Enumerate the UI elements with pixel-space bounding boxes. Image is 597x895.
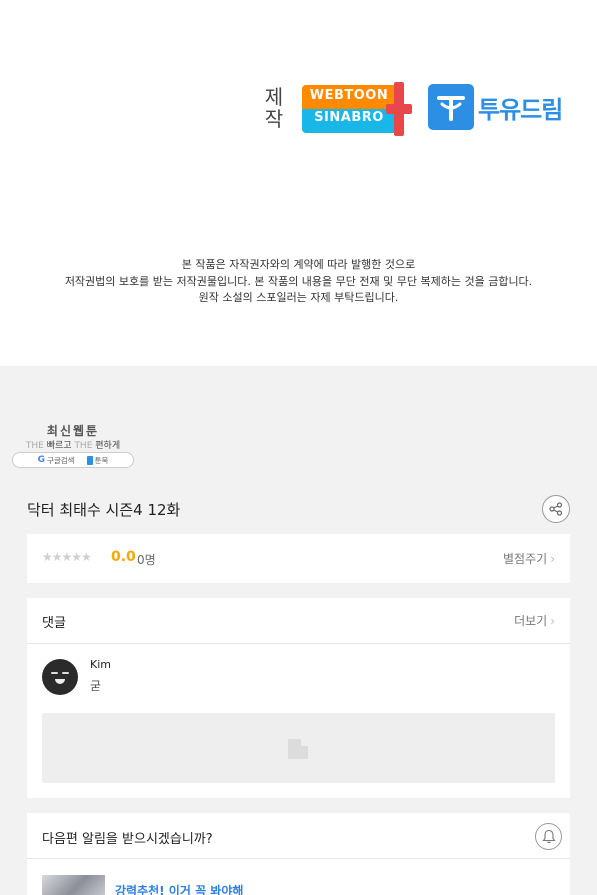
comments-more-label: 더보기 bbox=[514, 614, 548, 628]
badge-search-bar[interactable]: G 구글검색 툰북 bbox=[12, 452, 134, 468]
webtoon-sinabro-logo: WEBTOON SINABRO bbox=[302, 82, 412, 136]
logo-cross-horizontal bbox=[386, 104, 412, 114]
comments-title: 댓글 bbox=[42, 616, 66, 631]
copyright-notice: 본 작품은 자작권자와의 계약에 따라 발행한 것으로 저작권법의 보호를 받는… bbox=[0, 257, 597, 307]
episode-title: 닥터 최태수 시즌4 12화 bbox=[27, 501, 181, 519]
image-placeholder-icon bbox=[288, 739, 308, 759]
toonbook-icon bbox=[86, 455, 93, 465]
rating-score: 0.0 bbox=[111, 549, 136, 565]
google-icon: G bbox=[37, 455, 45, 465]
notice-line-2: 저작권법의 보호를 받는 저작권물입니다. 본 작품의 내용을 무단 전재 및 … bbox=[64, 274, 533, 288]
rate-button[interactable]: 별점주기 › bbox=[503, 550, 555, 567]
logo-line1: WEBTOON bbox=[309, 88, 389, 103]
recommend-title[interactable]: 강력추천! 이거 꼭 봐야해 bbox=[115, 882, 243, 895]
bell-icon bbox=[541, 829, 556, 844]
avatar-eye-left bbox=[51, 672, 58, 674]
badge-word-1: 빠르고 bbox=[46, 441, 72, 451]
avatar-eye-right bbox=[62, 672, 69, 674]
comments-header: 댓글 더보기 › bbox=[27, 598, 570, 644]
tudream-logo: 투유드림 bbox=[428, 84, 563, 130]
rating-stars[interactable]: ★★★★★ bbox=[42, 550, 92, 564]
rating-voter-count: 0명 bbox=[137, 553, 156, 567]
rating-card: ★★★★★ 0.0 0명 별점주기 › bbox=[27, 534, 570, 583]
badge-subtitle: THE 빠르고 THE 편하게 bbox=[12, 438, 134, 451]
share-icon bbox=[549, 502, 563, 516]
comment-author: Kim bbox=[90, 658, 111, 671]
badge-search-text: 구글검색 bbox=[46, 455, 75, 465]
badge-toonbook-text: 툰북 bbox=[94, 455, 109, 465]
badge-title: 최신웹툰 bbox=[46, 424, 100, 438]
tudream-mark-icon bbox=[428, 84, 474, 130]
next-episode-notify-card: 다음편 알림을 받으시겠습니까? 강력추천! 이거 꼭 봐야해 bbox=[27, 813, 570, 895]
badge-word-2: 편하게 bbox=[95, 441, 121, 451]
notice-line-3: 원작 소설의 스포일러는 자제 부탁드립니다. bbox=[198, 291, 399, 304]
credit-label-char-2: 작 bbox=[264, 107, 284, 131]
avatar-mouth bbox=[55, 679, 65, 684]
notify-question: 다음편 알림을 받으시겠습니까? bbox=[42, 832, 213, 847]
tudream-logo-text: 투유드림 bbox=[478, 95, 563, 124]
logo-line2: SINABRO bbox=[314, 110, 384, 125]
avatar bbox=[42, 659, 78, 695]
credits-section: 제 작 WEBTOON SINABRO 투유드림 본 작품은 자작권자와의 계약… bbox=[0, 0, 597, 366]
credit-label-char-1: 제 bbox=[264, 85, 284, 109]
chevron-right-icon: › bbox=[550, 614, 555, 628]
comments-more-link[interactable]: 더보기 › bbox=[514, 612, 555, 629]
notify-bell-button[interactable] bbox=[535, 823, 562, 850]
recommend-thumbnail[interactable] bbox=[42, 875, 105, 895]
rate-button-label: 별점주기 bbox=[503, 552, 548, 566]
notify-header: 다음편 알림을 받으시겠습니까? bbox=[27, 813, 570, 859]
latest-webtoon-badge[interactable]: 최신웹툰 THE 빠르고 THE 편하게 G 구글검색 툰북 bbox=[12, 422, 134, 468]
comments-card: 댓글 더보기 › Kim 굳 bbox=[27, 598, 570, 798]
badge-the-1: THE bbox=[25, 441, 44, 451]
ad-placeholder[interactable] bbox=[42, 713, 555, 783]
comment-text: 굳 bbox=[90, 679, 102, 693]
badge-the-2: THE bbox=[74, 441, 93, 451]
credit-label: 제 작 bbox=[262, 86, 286, 130]
chevron-right-icon: › bbox=[550, 552, 555, 566]
share-button[interactable] bbox=[542, 495, 570, 523]
notice-line-1: 본 작품은 자작권자와의 계약에 따라 발행한 것으로 bbox=[181, 258, 416, 271]
